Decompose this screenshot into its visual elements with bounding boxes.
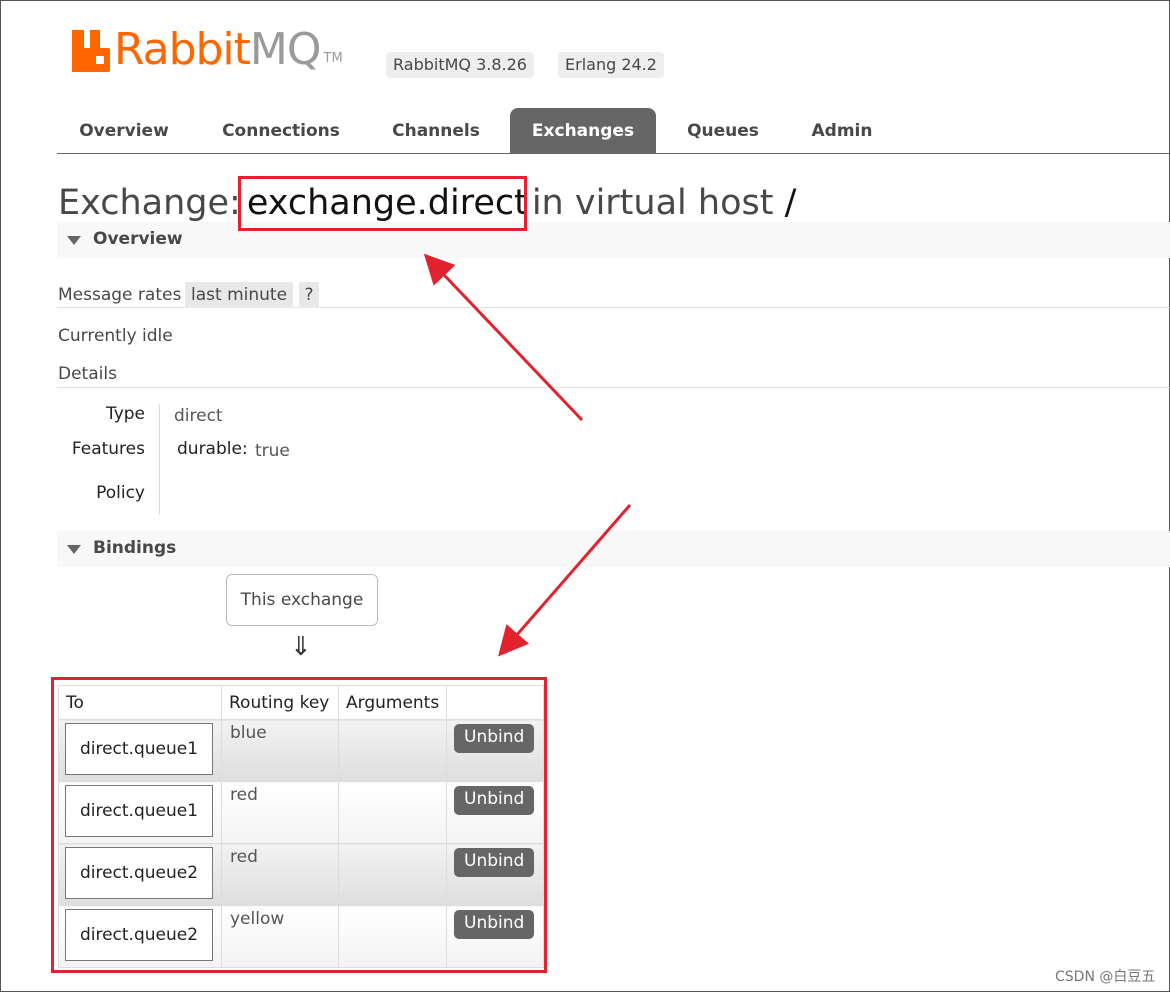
tab-channels[interactable]: Channels	[377, 108, 495, 154]
tab-exchanges[interactable]: Exchanges	[510, 108, 656, 154]
collapse-triangle-icon	[67, 545, 81, 554]
erlang-version-badge: Erlang 24.2	[558, 52, 664, 78]
features-label: Features	[71, 439, 145, 459]
tab-queues[interactable]: Queues	[677, 108, 769, 154]
rabbitmq-logo[interactable]: Rabbit MQ TM	[72, 26, 343, 72]
bindings-section-label: Bindings	[93, 538, 177, 558]
features-key: durable:	[177, 439, 248, 459]
title-suffix: in virtual host	[531, 183, 774, 223]
title-prefix: Exchange:	[58, 183, 241, 223]
type-value: direct	[174, 406, 223, 426]
this-exchange-box: This exchange	[226, 574, 378, 626]
tab-admin[interactable]: Admin	[797, 108, 887, 154]
tab-connections[interactable]: Connections	[207, 108, 355, 154]
rabbitmq-logo-icon	[72, 30, 110, 72]
annotation-highlight-exchange-name	[238, 176, 527, 231]
annotation-highlight-bindings-table	[51, 677, 547, 973]
tab-overview[interactable]: Overview	[65, 108, 183, 154]
virtual-host-name: /	[784, 183, 797, 223]
policy-label: Policy	[96, 483, 145, 503]
overview-section-label: Overview	[93, 229, 183, 249]
message-rates-label: Message rates	[58, 285, 182, 305]
details-divider	[159, 404, 160, 514]
help-button[interactable]: ?	[299, 282, 319, 308]
main-nav-tabs: Overview Connections Channels Exchanges …	[57, 108, 1170, 154]
type-label: Type	[105, 404, 145, 424]
collapse-triangle-icon	[67, 236, 81, 245]
details-label: Details	[58, 364, 117, 384]
status-text: Currently idle	[58, 326, 173, 346]
overview-section-header[interactable]: Overview	[57, 222, 1170, 258]
bindings-section-header[interactable]: Bindings	[57, 531, 1170, 567]
logo-trademark: TM	[323, 51, 343, 66]
logo-text-rabbit: Rabbit	[114, 24, 251, 75]
divider	[57, 387, 1170, 388]
double-arrow-down-icon: ⇓	[290, 632, 312, 662]
message-rates-range-selector[interactable]: last minute	[185, 282, 294, 308]
features-value: true	[255, 441, 290, 461]
watermark: CSDN @白豆五	[1055, 969, 1156, 985]
rabbitmq-version-badge: RabbitMQ 3.8.26	[386, 52, 534, 78]
logo-text-mq: MQ	[249, 24, 322, 75]
message-rates-row: Message rates last minute ?	[57, 282, 1170, 308]
